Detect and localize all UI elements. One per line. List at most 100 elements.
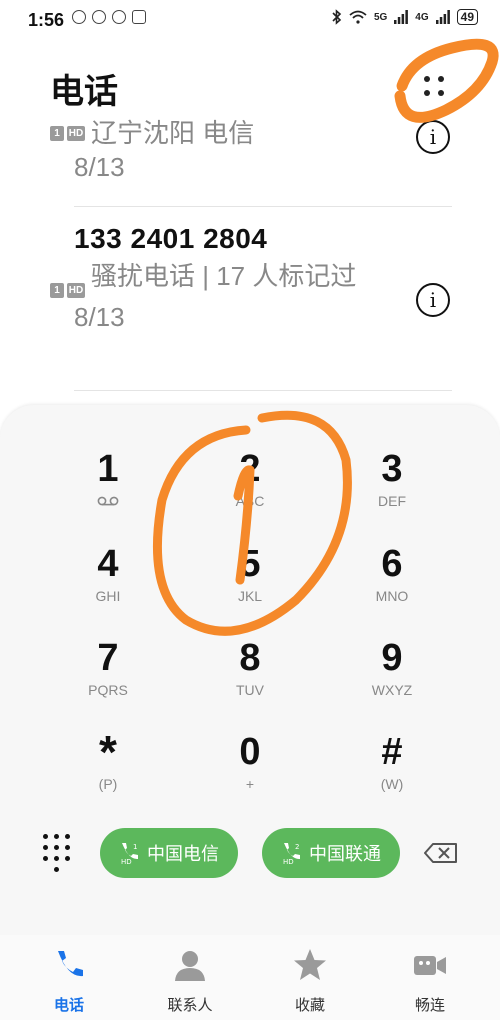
tab-favorites[interactable]: 收藏	[265, 947, 355, 1015]
dial-key-digit: 5	[239, 543, 261, 585]
phone-icon	[58, 951, 83, 977]
dial-key-digit: 8	[239, 637, 261, 679]
dial-key-digit: 1	[97, 448, 119, 490]
more-dot-icon	[438, 90, 444, 96]
phone-hd-icon: 2HD	[283, 843, 300, 865]
dial-key-letters: (P)	[98, 776, 118, 792]
dial-key-digit: #	[381, 731, 403, 773]
tab-label: 联系人	[167, 997, 213, 1014]
sim-badges: 1 HD	[50, 283, 85, 298]
dial-key-digit: 0	[239, 731, 261, 773]
sim-slot-badge: 1	[50, 283, 64, 298]
bottom-tab-bar: 电话 联系人 收藏 畅连	[0, 935, 500, 1020]
call-number: 133 2401 2804	[74, 223, 268, 254]
notification-icons	[72, 10, 146, 24]
dial-key-letters: JKL	[237, 588, 263, 604]
backspace-icon[interactable]	[424, 843, 458, 863]
dial-key-7[interactable]: 7 PQRS	[48, 636, 168, 698]
tab-phone[interactable]: 电话	[24, 947, 114, 1015]
svg-text:HD: HD	[121, 858, 132, 865]
call-info-button[interactable]: i	[416, 120, 450, 154]
call-sim2-button[interactable]: 2 HD 中国联通	[262, 828, 400, 878]
dial-key-hash[interactable]: # (W)	[332, 730, 452, 792]
notification-icon	[92, 10, 106, 24]
dial-key-9[interactable]: 9 WXYZ	[332, 636, 452, 698]
battery-level: 49	[456, 9, 478, 25]
dial-key-2[interactable]: 2 ABC	[190, 447, 310, 509]
dial-key-digit: 2	[239, 448, 261, 490]
page-title: 电话	[50, 73, 118, 111]
dial-key-digit: 7	[97, 637, 119, 679]
call-log-item[interactable]: 133 2401 2804 1 HD 骚扰电话 | 17 人标记过 8/13	[50, 223, 454, 333]
star-icon	[294, 949, 326, 980]
tab-meetime[interactable]: 畅连	[385, 947, 475, 1015]
call-date: 8/13	[74, 302, 125, 332]
more-dot-icon	[438, 76, 444, 82]
dial-key-letters: WXYZ	[371, 682, 413, 698]
dial-key-letters: MNO	[375, 588, 409, 604]
dial-key-letters: ABC	[235, 493, 265, 509]
tab-label: 收藏	[294, 997, 325, 1014]
sim-badges: 1 HD	[50, 126, 85, 148]
hd-badge: HD	[67, 283, 85, 298]
contacts-icon	[175, 951, 205, 981]
dial-key-digit: *	[99, 726, 117, 778]
dial-key-letters: (W)	[380, 776, 404, 792]
dial-key-digit: 6	[381, 543, 403, 585]
list-divider	[74, 390, 452, 391]
hd-badge: HD	[67, 126, 85, 141]
notification-icon	[112, 10, 126, 24]
status-indicators: 5G 4G 49	[332, 9, 478, 25]
call-date: 8/13	[74, 152, 125, 182]
svg-text:1: 1	[133, 843, 137, 851]
dial-key-letters: PQRS	[88, 682, 128, 698]
sim1-label: 中国电信	[147, 844, 219, 864]
dialpad-toggle-icon[interactable]	[42, 834, 72, 872]
dial-key-digit: 4	[97, 543, 119, 585]
dial-key-letters: GHI	[95, 588, 121, 604]
signal-icon	[394, 10, 409, 24]
dial-key-letters: TUV	[236, 682, 264, 698]
call-sim1-button[interactable]: 1 HD 中国电信	[100, 828, 238, 878]
dial-key-6[interactable]: 6 MNO	[332, 542, 452, 604]
phone-hd-icon: 1HD	[121, 843, 138, 865]
dial-key-8[interactable]: 8 TUV	[190, 636, 310, 698]
tab-contacts[interactable]: 联系人	[145, 947, 235, 1015]
nfc-icon	[132, 10, 146, 24]
dial-key-1[interactable]: 1	[48, 447, 168, 509]
call-info-button[interactable]: i	[416, 283, 450, 317]
wifi-icon	[349, 10, 367, 24]
signal-1-label: 5G	[373, 11, 388, 23]
call-action-row: 1 HD 中国电信 2 HD 中国联通	[0, 828, 500, 878]
status-bar: 1:56 5G 4G 49	[0, 0, 500, 40]
sim2-label: 中国联通	[309, 844, 381, 864]
dial-key-letters: DEF	[378, 493, 406, 509]
tab-label: 畅连	[414, 997, 445, 1014]
sim-slot-badge: 1	[50, 126, 64, 141]
more-options-button[interactable]	[410, 62, 460, 112]
dial-key-3[interactable]: 3 DEF	[332, 447, 452, 509]
more-dot-icon	[424, 90, 430, 96]
list-divider	[74, 206, 452, 207]
bluetooth-icon	[332, 9, 342, 25]
svg-text:2: 2	[295, 843, 299, 851]
dial-key-digit: 9	[381, 637, 403, 679]
call-meta: 1 HD 辽宁沈阳 电信	[50, 118, 454, 148]
video-call-icon	[414, 956, 446, 975]
dial-key-letters: +	[245, 776, 255, 792]
dial-key-5[interactable]: 5 JKL	[190, 542, 310, 604]
dial-key-0[interactable]: 0 +	[190, 730, 310, 792]
signal-icon	[435, 10, 450, 24]
call-log-item[interactable]: 1 HD 辽宁沈阳 电信 8/13	[50, 118, 454, 183]
status-time: 1:56	[28, 10, 65, 30]
tab-label: 电话	[53, 997, 84, 1014]
dial-key-4[interactable]: 4 GHI	[48, 542, 168, 604]
call-meta: 1 HD 骚扰电话 | 17 人标记过	[50, 261, 454, 298]
dial-key-star[interactable]: * (P)	[48, 726, 168, 792]
call-spam-label: 骚扰电话 | 17 人标记过	[91, 261, 357, 291]
voicemail-icon	[48, 493, 168, 509]
call-location: 辽宁沈阳 电信	[91, 118, 255, 148]
signal-2-label: 4G	[415, 11, 429, 23]
notification-icon	[72, 10, 86, 24]
svg-text:HD: HD	[283, 858, 294, 865]
